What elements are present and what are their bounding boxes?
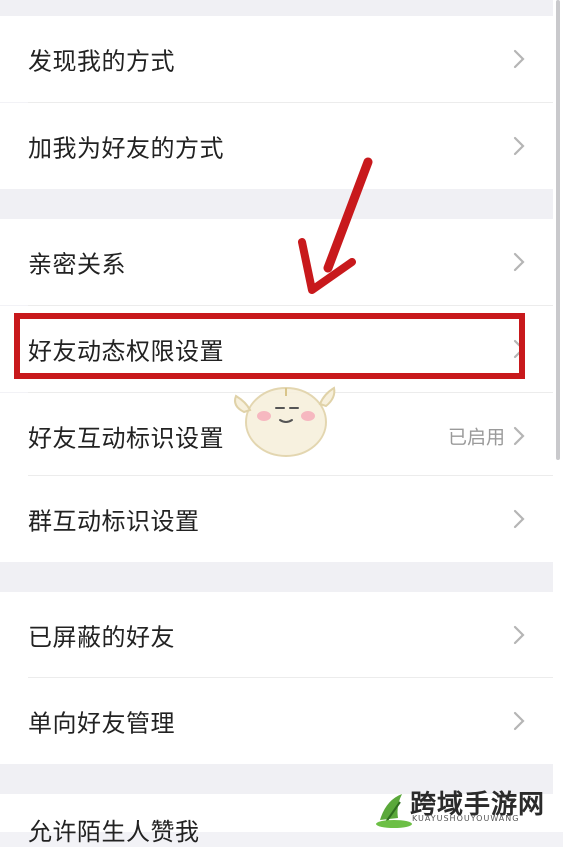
mascot-watermark-icon	[234, 386, 336, 457]
settings-item-label: 加我为好友的方式	[28, 134, 224, 163]
chevron-right-icon	[513, 509, 525, 529]
settings-item-label: 亲密关系	[28, 250, 126, 279]
section-gap	[0, 562, 553, 592]
settings-item-label: 群互动标识设置	[28, 507, 200, 536]
red-arrow-annotation	[298, 157, 373, 294]
section-gap	[0, 0, 553, 16]
chevron-right-icon	[513, 426, 525, 446]
settings-item-one-way-friends[interactable]: 单向好友管理	[0, 678, 553, 764]
settings-item-label: 好友互动标识设置	[28, 424, 224, 453]
chevron-right-icon	[513, 49, 525, 69]
settings-item-label: 发现我的方式	[28, 47, 175, 76]
status-text: 已启用	[447, 426, 505, 449]
scrollbar[interactable]	[553, 0, 563, 832]
chevron-right-icon	[513, 625, 525, 645]
settings-item-intimate-relation[interactable]: 亲密关系	[0, 219, 553, 305]
settings-item-label: 已屏蔽的好友	[28, 623, 175, 652]
settings-item-discover-me[interactable]: 发现我的方式	[0, 16, 553, 102]
settings-item-blocked-friends[interactable]: 已屏蔽的好友	[0, 592, 553, 678]
chevron-right-icon	[513, 252, 525, 272]
site-watermark: 跨域手游网 KUAYUSHOUYOUWANG	[372, 778, 563, 832]
settings-item-label: 单向好友管理	[28, 709, 175, 738]
watermark-subtitle: KUAYUSHOUYOUWANG	[412, 814, 520, 823]
settings-item-group-interaction-badge[interactable]: 群互动标识设置	[0, 476, 553, 562]
chevron-right-icon	[513, 711, 525, 731]
section-gap	[0, 189, 553, 219]
settings-item-label: 允许陌生人赞我	[28, 818, 200, 846]
scrollbar-thumb[interactable]	[556, 0, 560, 460]
highlight-box	[14, 313, 525, 379]
settings-item-add-me-method[interactable]: 加我为好友的方式	[0, 103, 553, 189]
chevron-right-icon	[513, 136, 525, 156]
tree-logo-icon	[376, 794, 412, 828]
